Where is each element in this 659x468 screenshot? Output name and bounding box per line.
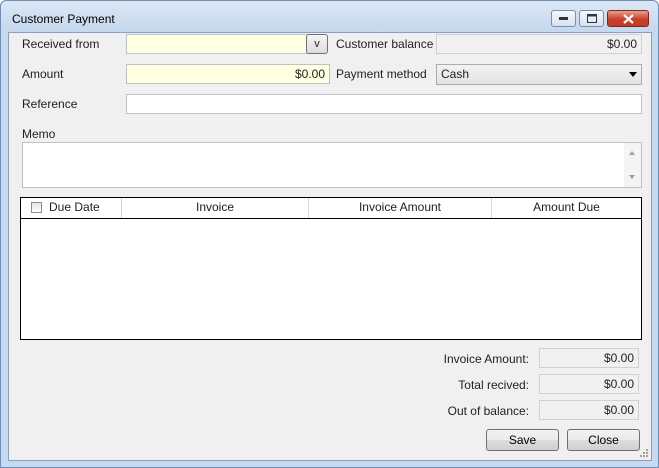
column-invoice[interactable]: Invoice: [122, 198, 309, 218]
total-received-field: $0.00: [539, 374, 639, 394]
reference-label: Reference: [22, 97, 78, 111]
invoice-grid[interactable]: Due Date Invoice Invoice Amount Amount D…: [20, 197, 642, 340]
column-due-date[interactable]: Due Date: [21, 198, 122, 218]
chevron-down-icon: [629, 72, 637, 77]
scroll-up-icon[interactable]: [629, 151, 635, 155]
column-invoice-amount[interactable]: Invoice Amount: [309, 198, 492, 218]
minimize-icon: [559, 17, 568, 20]
customer-payment-window: Customer Payment Received from v Custome…: [0, 0, 659, 468]
column-due-date-label: Due Date: [49, 200, 100, 214]
restore-icon: [586, 14, 597, 23]
customer-balance-label: Customer balance: [336, 37, 434, 51]
memo-scrollbar[interactable]: [624, 143, 641, 187]
column-invoice-label: Invoice: [195, 200, 235, 214]
payment-method-label: Payment method: [336, 67, 427, 81]
payment-method-value: Cash: [441, 67, 470, 81]
memo-textarea[interactable]: [22, 142, 642, 188]
close-icon: [622, 13, 634, 24]
column-amount-due-label: Amount Due: [533, 200, 600, 214]
total-received-label: Total recived:: [458, 378, 529, 392]
select-all-checkbox[interactable]: [31, 202, 42, 213]
invoice-amount-field: $0.00: [539, 348, 639, 368]
reference-input[interactable]: [126, 94, 642, 114]
amount-label: Amount: [22, 67, 64, 81]
resize-grip-icon[interactable]: [639, 448, 649, 458]
scroll-down-icon[interactable]: [629, 175, 635, 179]
save-button[interactable]: Save: [486, 429, 559, 451]
window-controls: [548, 10, 649, 27]
close-button[interactable]: Close: [567, 429, 640, 451]
amount-input[interactable]: $0.00: [126, 64, 330, 84]
customer-balance-field: $0.00: [436, 34, 642, 54]
received-from-input[interactable]: [126, 34, 308, 54]
invoice-amount-label: Invoice Amount:: [443, 352, 529, 366]
form-area: Received from v Customer balance $0.00 A…: [8, 32, 652, 461]
minimize-button[interactable]: [551, 10, 576, 27]
window-title: Customer Payment: [12, 12, 115, 26]
out-of-balance-field: $0.00: [539, 400, 639, 420]
column-invoice-amount-label: Invoice Amount: [358, 200, 442, 214]
received-from-dropdown-button[interactable]: v: [306, 34, 328, 54]
memo-label: Memo: [22, 127, 56, 141]
close-window-button[interactable]: [607, 10, 649, 27]
column-amount-due[interactable]: Amount Due: [492, 198, 641, 218]
out-of-balance-label: Out of balance:: [447, 404, 529, 418]
received-from-label: Received from: [22, 37, 100, 51]
title-bar[interactable]: Customer Payment: [1, 1, 658, 33]
payment-method-select[interactable]: Cash: [436, 64, 642, 85]
maximize-button[interactable]: [579, 10, 604, 27]
invoice-grid-header: Due Date Invoice Invoice Amount Amount D…: [21, 198, 641, 219]
